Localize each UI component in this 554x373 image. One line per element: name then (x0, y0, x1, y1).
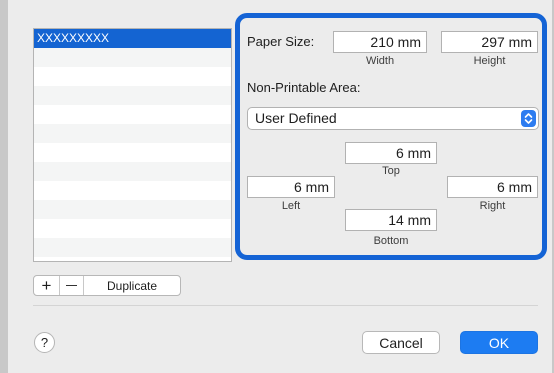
preset-list[interactable]: XXXXXXXXX (33, 28, 232, 262)
window-frame-left (0, 0, 8, 373)
help-icon: ? (40, 335, 49, 350)
ok-button[interactable]: OK (460, 331, 538, 354)
help-button[interactable]: ? (34, 332, 55, 353)
list-item[interactable] (34, 105, 231, 124)
list-item[interactable] (34, 162, 231, 181)
non-printable-area-label: Non-Printable Area: (247, 80, 361, 95)
divider (33, 305, 538, 306)
width-caption: Width (365, 55, 395, 67)
updown-chevron-icon (521, 110, 536, 127)
list-item[interactable]: XXXXXXXXX (34, 29, 231, 48)
list-item[interactable] (34, 67, 231, 86)
minus-icon (66, 285, 77, 286)
list-item[interactable] (34, 143, 231, 162)
cancel-button[interactable]: Cancel (362, 331, 440, 354)
list-edit-buttons: + Duplicate (33, 275, 181, 296)
paper-size-label: Paper Size: (247, 34, 315, 49)
list-item[interactable] (34, 86, 231, 105)
bottom-margin-field[interactable]: 14 mm (345, 209, 437, 231)
duplicate-button[interactable]: Duplicate (84, 276, 180, 295)
height-caption: Height (473, 55, 506, 67)
list-item[interactable] (34, 181, 231, 200)
non-printable-area-select[interactable]: User Defined (247, 107, 539, 130)
paper-height-field[interactable]: 297 mm (441, 31, 538, 53)
list-item[interactable] (34, 219, 231, 238)
list-item[interactable] (34, 48, 231, 67)
remove-preset-button[interactable] (60, 276, 84, 295)
list-item[interactable] (34, 238, 231, 257)
select-value: User Defined (255, 110, 337, 126)
left-caption: Left (281, 200, 301, 212)
list-item[interactable] (34, 124, 231, 143)
right-caption: Right (479, 200, 506, 212)
plus-icon: + (41, 275, 52, 295)
add-preset-button[interactable]: + (34, 276, 60, 295)
left-margin-field[interactable]: 6 mm (247, 176, 335, 198)
list-item[interactable] (34, 200, 231, 219)
paper-width-field[interactable]: 210 mm (333, 31, 427, 53)
right-margin-field[interactable]: 6 mm (447, 176, 538, 198)
top-margin-field[interactable]: 6 mm (345, 142, 437, 164)
bottom-caption: Bottom (373, 235, 409, 247)
top-caption: Top (382, 165, 400, 177)
